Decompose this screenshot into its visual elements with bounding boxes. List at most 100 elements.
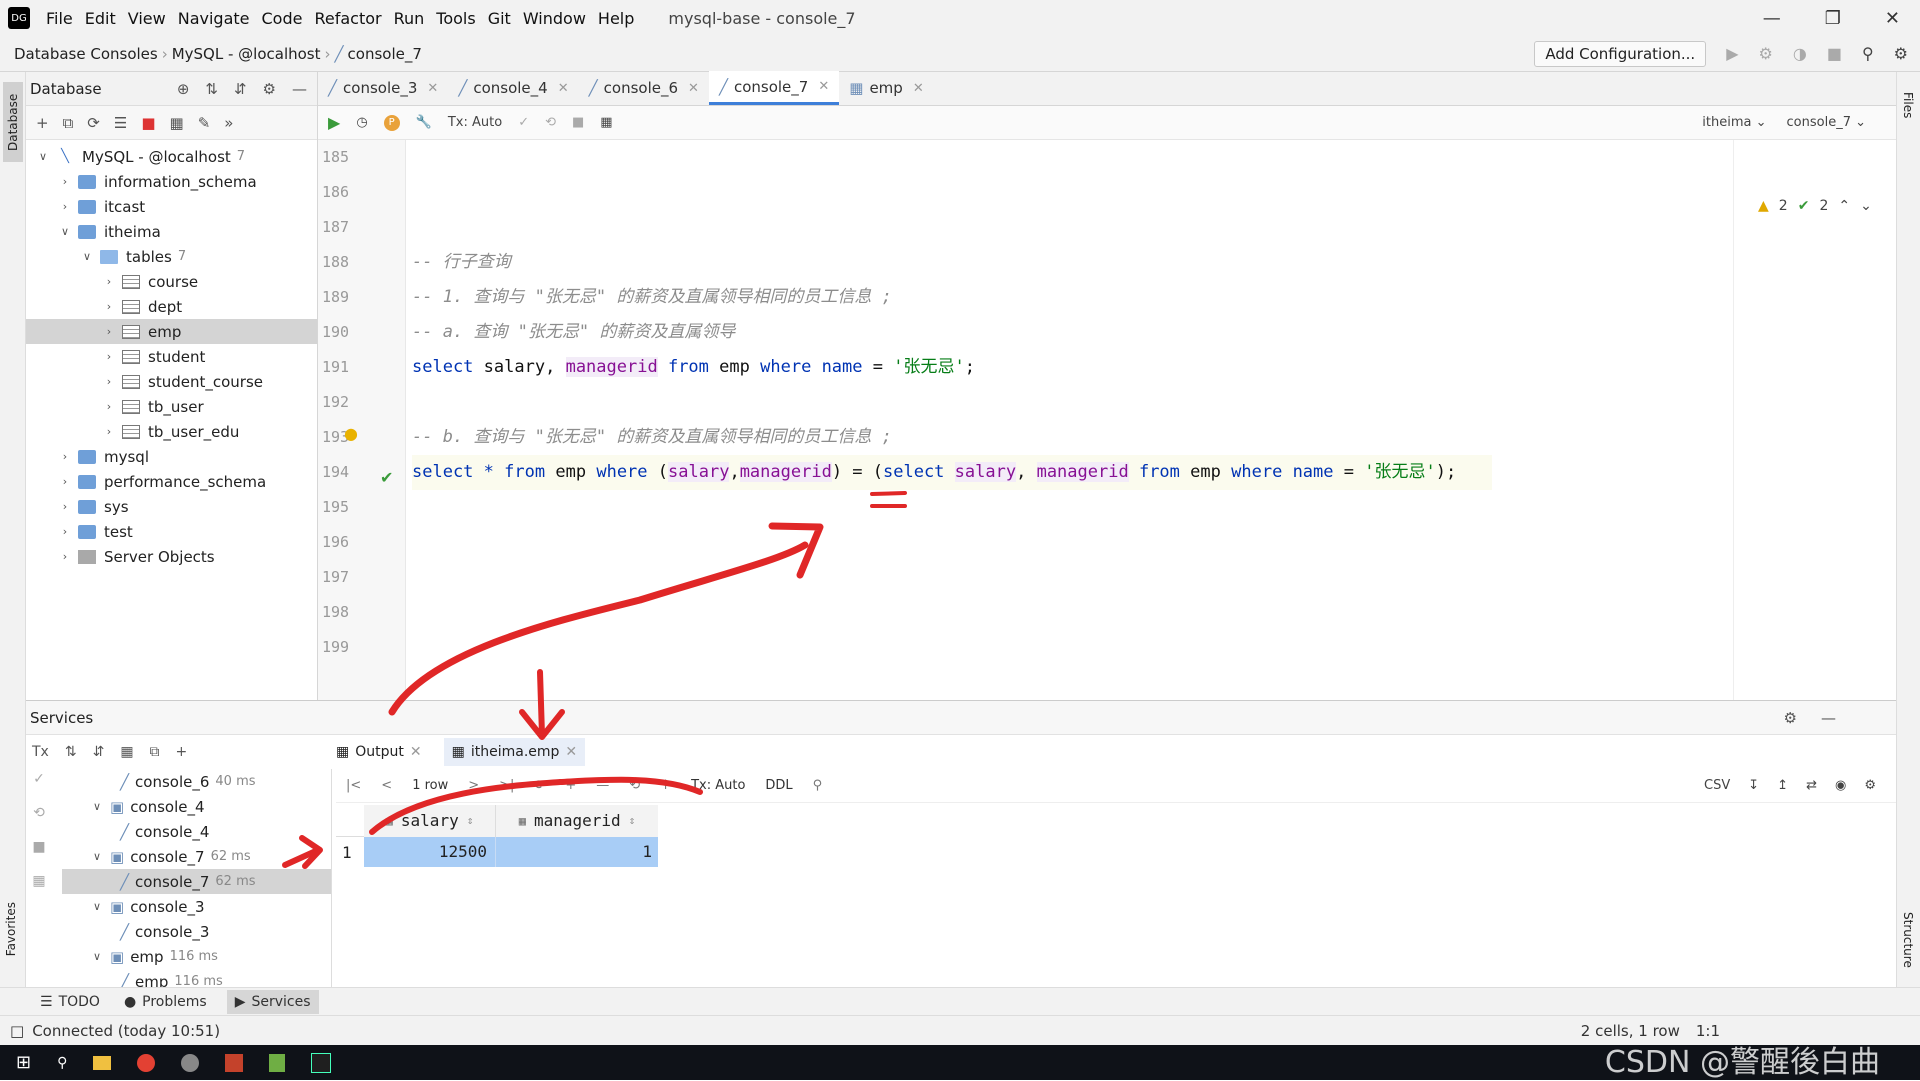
debug-icon[interactable]: ⚙ xyxy=(1759,44,1773,63)
revert-icon[interactable]: ⟲ xyxy=(629,778,640,793)
chevron-down-icon[interactable]: ∨ xyxy=(90,950,104,963)
menu-git[interactable]: Git xyxy=(482,9,517,28)
close-icon[interactable]: ✕ xyxy=(913,81,924,96)
menu-run[interactable]: Run xyxy=(388,9,431,28)
close-icon[interactable]: ✕ xyxy=(1885,8,1900,29)
tree-node[interactable]: › emp xyxy=(26,319,317,344)
menu-refactor[interactable]: Refactor xyxy=(308,9,387,28)
tree-node[interactable]: › Server Objects xyxy=(26,544,317,569)
table-row[interactable]: 1 12500 1 xyxy=(336,837,658,867)
tree-node[interactable]: ∨ tables 7 xyxy=(26,244,317,269)
stop-icon[interactable]: ■ xyxy=(141,114,155,132)
restore-icon[interactable]: ❐ xyxy=(1825,8,1841,29)
inspection-widget[interactable]: ▲ 2 ✔ 2 ⌃ ⌄ xyxy=(1758,198,1872,214)
tab-console-7[interactable]: ╱ console_7 ✕ xyxy=(708,71,840,105)
tab-output[interactable]: ▦ Output ✕ xyxy=(336,744,422,760)
settings-icon[interactable]: ⚙ xyxy=(1894,44,1908,63)
commit-icon[interactable]: ✓ xyxy=(33,771,45,787)
add-configuration-button[interactable]: Add Configuration... xyxy=(1534,40,1707,67)
tree-node[interactable]: › performance_schema xyxy=(26,469,317,494)
view-icon[interactable]: ◉ xyxy=(1835,778,1846,793)
tab-console-4[interactable]: ╱ console_4 ✕ xyxy=(448,71,578,105)
chevron-right-icon[interactable]: › xyxy=(102,425,116,438)
explorer-icon[interactable] xyxy=(93,1055,112,1070)
service-node[interactable]: ╱ console_7 62 ms xyxy=(62,869,331,894)
code-editor[interactable]: -- 行子查询 -- 1. 查询与 "张无忌" 的薪资及直属领导相同的员工信息 … xyxy=(412,140,1492,490)
group-icon[interactable]: ▦ xyxy=(120,744,133,760)
sort-icon[interactable]: ⇕ xyxy=(629,814,636,827)
profile-icon[interactable]: P xyxy=(383,114,400,131)
tree-node[interactable]: ∨ itheima xyxy=(26,219,317,244)
next-page-icon[interactable]: > xyxy=(468,778,479,793)
run-icon[interactable]: ▶ xyxy=(1726,44,1738,63)
add-icon[interactable]: + xyxy=(176,744,188,760)
expand-all-icon[interactable]: ⇅ xyxy=(65,744,77,760)
tree-node[interactable]: › itcast xyxy=(26,194,317,219)
tab-itheima-emp[interactable]: ▦ itheima.emp ✕ xyxy=(443,738,586,766)
close-icon[interactable]: ✕ xyxy=(558,81,569,96)
collapse-all-icon[interactable]: ⇵ xyxy=(93,744,105,760)
gear-icon[interactable]: ⚙ xyxy=(1864,778,1876,793)
rollback-icon[interactable]: ⟲ xyxy=(33,805,45,821)
crosshair-icon[interactable]: ⊕ xyxy=(177,80,190,98)
menu-help[interactable]: Help xyxy=(592,9,640,28)
crumb-database-consoles[interactable]: Database Consoles xyxy=(14,45,158,63)
close-icon[interactable]: ✕ xyxy=(818,79,829,94)
chevron-down-icon[interactable]: ⌄ xyxy=(1860,198,1872,214)
chevron-right-icon[interactable]: › xyxy=(58,550,72,563)
expand-all-icon[interactable]: ⇅ xyxy=(205,80,218,98)
last-page-icon[interactable]: >| xyxy=(499,778,514,793)
rollback-icon[interactable]: ⟲ xyxy=(545,115,556,130)
tree-node[interactable]: › dept xyxy=(26,294,317,319)
execute-icon[interactable]: ▶ xyxy=(328,113,340,132)
chevron-right-icon[interactable]: › xyxy=(58,175,72,188)
chevron-right-icon[interactable]: › xyxy=(102,300,116,313)
column-header-salary[interactable]: ▦ salary ⇕ xyxy=(364,804,496,837)
upload-icon[interactable]: ↥ xyxy=(1777,778,1788,793)
service-node[interactable]: ╱ emp 116 ms xyxy=(62,969,331,988)
wrench-icon[interactable]: 🔧 xyxy=(416,115,432,130)
structure-tool-tab[interactable]: Structure xyxy=(1901,912,1915,968)
minimize-icon[interactable]: — xyxy=(1763,8,1781,29)
column-header-managerid[interactable]: ▦ managerid ⇕ xyxy=(496,804,658,837)
layout-icon[interactable]: ▦ xyxy=(32,873,45,889)
service-node[interactable]: ╱ console_6 40 ms xyxy=(62,769,331,794)
menu-tools[interactable]: Tools xyxy=(430,9,481,28)
tree-node[interactable]: › mysql xyxy=(26,444,317,469)
chevron-right-icon[interactable]: › xyxy=(58,500,72,513)
tab-services[interactable]: ▶ Services xyxy=(226,989,319,1014)
chevron-up-icon[interactable]: ⌃ xyxy=(1838,198,1850,214)
pin-icon[interactable]: ⚲ xyxy=(813,778,823,793)
cell-managerid[interactable]: 1 xyxy=(496,837,658,867)
menu-file[interactable]: File xyxy=(40,9,79,28)
chevron-right-icon[interactable]: › xyxy=(58,200,72,213)
session-select[interactable]: console_7 ⌄ xyxy=(1787,115,1866,130)
chevron-down-icon[interactable]: ∨ xyxy=(80,250,94,263)
tx-mode-select[interactable]: Tx: Auto xyxy=(448,115,502,130)
submit-icon[interactable]: ↑ xyxy=(660,778,671,793)
new-tab-icon[interactable]: ⧉ xyxy=(150,744,160,760)
cell-salary[interactable]: 12500 xyxy=(364,837,496,867)
collapse-all-icon[interactable]: ⇵ xyxy=(234,80,247,98)
ddl-button[interactable]: DDL xyxy=(765,778,792,793)
menu-view[interactable]: View xyxy=(122,9,172,28)
tree-node[interactable]: › course xyxy=(26,269,317,294)
csv-select[interactable]: CSV xyxy=(1704,778,1730,793)
refresh-icon[interactable]: ⟳ xyxy=(534,778,545,793)
app-icon[interactable] xyxy=(181,1053,200,1072)
tree-node[interactable]: › student xyxy=(26,344,317,369)
tree-node[interactable]: › tb_user xyxy=(26,394,317,419)
menu-window[interactable]: Window xyxy=(517,9,592,28)
copy-icon[interactable]: ⧉ xyxy=(63,114,74,132)
table-icon[interactable]: ▦ xyxy=(170,114,184,132)
service-node[interactable]: ∨ ▣ console_4 xyxy=(62,794,331,819)
tx-icon[interactable]: Tx xyxy=(32,744,49,760)
tree-node[interactable]: › test xyxy=(26,519,317,544)
search-icon[interactable]: ⚲ xyxy=(57,1055,67,1071)
favorites-tool-tab[interactable]: Favorites xyxy=(4,902,18,956)
commit-icon[interactable]: ✓ xyxy=(518,115,529,130)
chevron-right-icon[interactable]: › xyxy=(58,475,72,488)
chevron-right-icon[interactable]: › xyxy=(102,350,116,363)
refresh-icon[interactable]: ⟳ xyxy=(87,114,100,132)
tab-todo[interactable]: ☰ TODO xyxy=(40,994,100,1010)
